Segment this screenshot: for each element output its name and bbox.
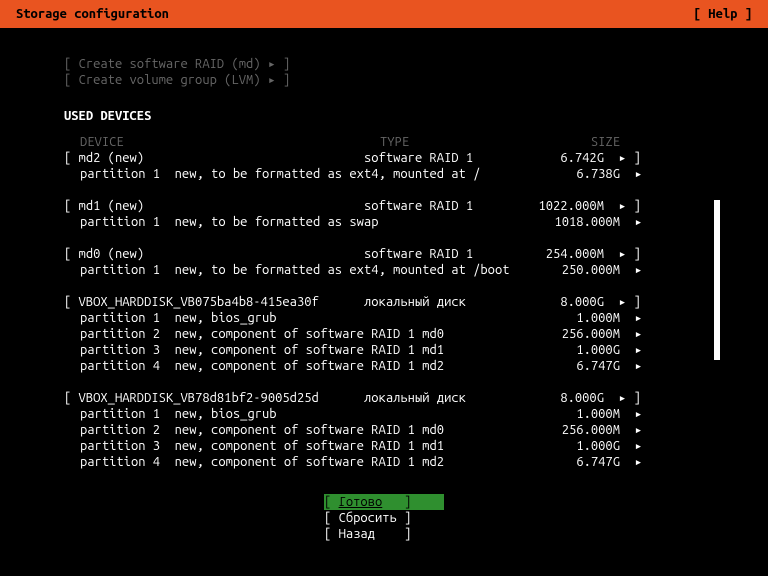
create-raid-menu[interactable]: [ Create software RAID (md) ▸ ] — [64, 56, 704, 72]
partition-row[interactable]: partition 2 new, component of software R… — [64, 422, 704, 438]
chevron-right-icon: ▸ — [620, 342, 650, 358]
chevron-right-icon: ▸ ] — [604, 390, 634, 406]
device-block: [ VBOX_HARDDISK_VB78d81bf2-9005d25d лока… — [64, 390, 704, 470]
partition-row[interactable]: partition 4 new, component of software R… — [64, 454, 704, 470]
device-block: [ VBOX_HARDDISK_VB075ba4b8-415ea30f лока… — [64, 294, 704, 374]
chevron-right-icon: ▸ ] — [604, 198, 634, 214]
col-size: SIZE — [540, 134, 620, 150]
device-list: [ md2 (new) software RAID 16.742G ▸ ]par… — [64, 150, 704, 470]
chevron-right-icon: ▸ — [620, 326, 650, 342]
col-type: TYPE — [380, 134, 540, 150]
partition-row[interactable]: partition 3 new, component of software R… — [64, 438, 704, 454]
chevron-right-icon: ▸ ] — [604, 150, 634, 166]
device-row[interactable]: [ md2 (new) software RAID 16.742G ▸ ] — [64, 150, 704, 166]
chevron-right-icon: ▸ ] — [604, 294, 634, 310]
page-title: Storage configuration — [16, 6, 169, 22]
col-device: DEVICE — [64, 134, 380, 150]
device-block: [ md1 (new) software RAID 11022.000M ▸ ]… — [64, 198, 704, 230]
partition-row[interactable]: partition 4 new, component of software R… — [64, 358, 704, 374]
chevron-right-icon: ▸ — [620, 166, 650, 182]
partition-row[interactable]: partition 3 new, component of software R… — [64, 342, 704, 358]
title-bar: Storage configuration [ Help ] — [0, 0, 768, 28]
chevron-right-icon: ▸ — [620, 422, 650, 438]
reset-button[interactable]: [ Сбросить ] — [324, 510, 444, 526]
help-button[interactable]: [ Help ] — [694, 6, 752, 22]
partition-row[interactable]: partition 1 new, bios_grub 1.000M ▸ — [64, 310, 704, 326]
chevron-right-icon: ▸ — [620, 262, 650, 278]
chevron-right-icon: ▸ — [620, 310, 650, 326]
device-block: [ md0 (new) software RAID 1254.000M ▸ ]p… — [64, 246, 704, 278]
chevron-right-icon: ▸ ] — [604, 246, 634, 262]
device-row[interactable]: [ VBOX_HARDDISK_VB78d81bf2-9005d25d лока… — [64, 390, 704, 406]
partition-row[interactable]: partition 1 new, to be formatted as swap… — [64, 214, 704, 230]
partition-row[interactable]: partition 1 new, to be formatted as ext4… — [64, 166, 704, 182]
scrollbar[interactable] — [714, 200, 720, 360]
partition-row[interactable]: partition 1 new, to be formatted as ext4… — [64, 262, 704, 278]
partition-row[interactable]: partition 2 new, component of software R… — [64, 326, 704, 342]
device-row[interactable]: [ md1 (new) software RAID 11022.000M ▸ ] — [64, 198, 704, 214]
chevron-right-icon: ▸ — [620, 214, 650, 230]
chevron-right-icon: ▸ — [620, 406, 650, 422]
device-block: [ md2 (new) software RAID 16.742G ▸ ]par… — [64, 150, 704, 182]
column-headers: DEVICE TYPE SIZE — [64, 134, 704, 150]
chevron-right-icon: ▸ — [620, 358, 650, 374]
chevron-right-icon: ▸ — [620, 438, 650, 454]
used-devices-heading: USED DEVICES — [64, 108, 704, 124]
back-button[interactable]: [ Назад ] — [324, 526, 444, 542]
done-button[interactable]: [ Готово ] — [324, 494, 444, 510]
device-row[interactable]: [ md0 (new) software RAID 1254.000M ▸ ] — [64, 246, 704, 262]
chevron-right-icon: ▸ — [620, 454, 650, 470]
partition-row[interactable]: partition 1 new, bios_grub 1.000M ▸ — [64, 406, 704, 422]
device-row[interactable]: [ VBOX_HARDDISK_VB075ba4b8-415ea30f лока… — [64, 294, 704, 310]
create-lvm-menu[interactable]: [ Create volume group (LVM) ▸ ] — [64, 72, 704, 88]
